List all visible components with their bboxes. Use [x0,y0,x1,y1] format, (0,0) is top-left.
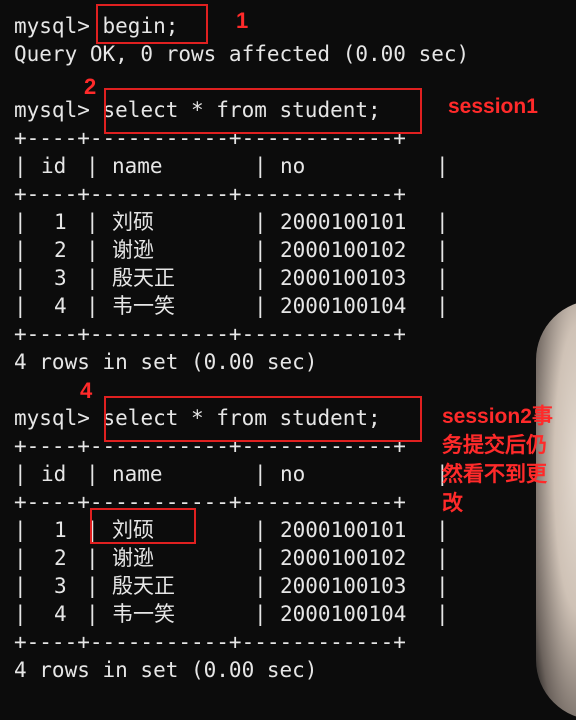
prompt: mysql> [14,98,90,122]
table-border-bottom: +----+-----------+------------+ [14,322,406,346]
column-header-name: name [112,154,163,178]
session1-label: session1 [448,95,538,118]
step-label-1: 1 [236,8,249,33]
terminal-window[interactable]: mysql> begin; Query OK, 0 rows affected … [0,0,576,720]
column-header-id: id [41,154,67,178]
table-border-bottom: +----+-----------+------------+ [14,630,406,654]
table-border-mid: +----+-----------+------------+ [14,490,406,514]
query-ok-message: Query OK, 0 rows affected (0.00 sec) [14,42,470,66]
column-header-no: no [280,462,306,486]
rows-in-set-message: 4 rows in set (0.00 sec) [14,658,318,682]
session2-note: session2事 务提交后仍 然看不到更 改 [442,405,553,515]
column-header-name: name [112,462,163,486]
column-header-no: no [280,154,306,178]
prompt: mysql> [14,14,90,38]
column-header-id: id [41,462,67,486]
step-label-2: 2 [84,74,97,99]
rows-in-set-message: 4 rows in set (0.00 sec) [14,350,318,374]
highlight-box-unchanged-name [90,508,196,544]
table-border-mid: +----+-----------+------------+ [14,182,406,206]
highlight-box-select-1 [104,88,422,134]
highlight-box-begin [96,4,208,44]
prompt: mysql> [14,406,90,430]
step-label-4: 4 [80,378,93,403]
highlight-box-select-2 [104,396,422,442]
